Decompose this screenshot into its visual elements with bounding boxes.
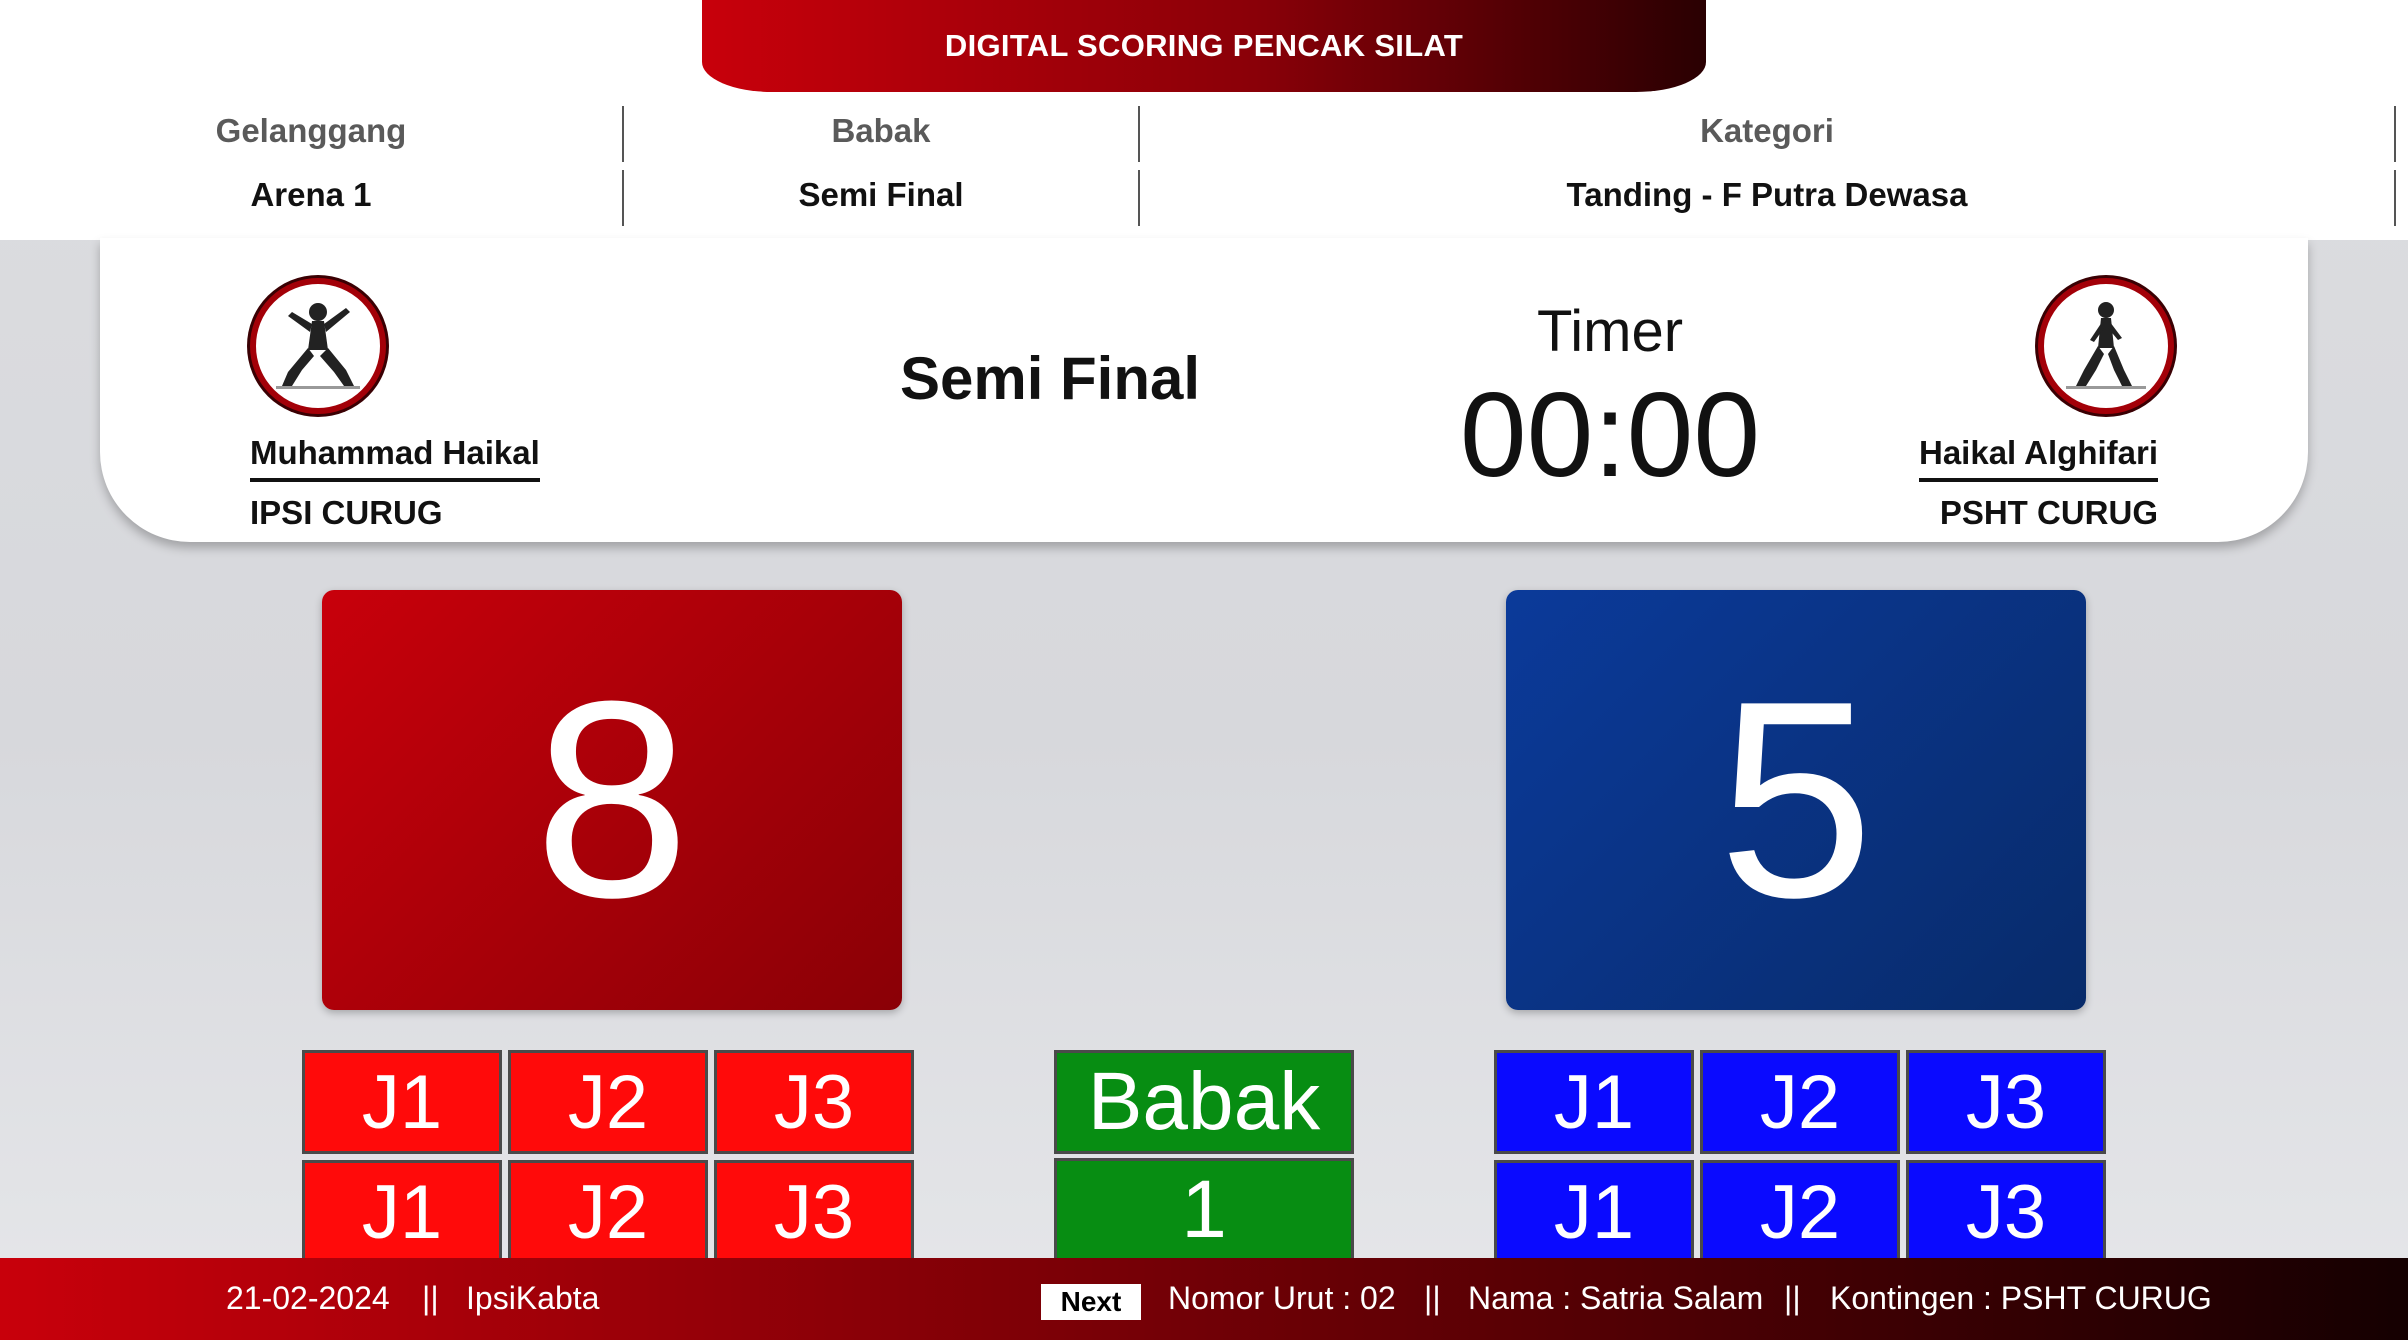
blue-fighter-name: Haikal Alghifari [1918, 434, 2158, 482]
divider [2394, 170, 2396, 226]
red-score-value: 8 [534, 644, 690, 956]
blue-judge-indicator: J2 [1700, 1160, 1900, 1264]
blue-judge-indicator: J1 [1494, 1160, 1694, 1264]
red-judge-indicator: J2 [508, 1050, 708, 1154]
footer-date: 21-02-2024 [226, 1280, 390, 1316]
babak-indicator-label: Babak [1054, 1050, 1354, 1154]
blue-judge-indicator: J3 [1906, 1050, 2106, 1154]
blue-judge-indicator: J3 [1906, 1160, 2106, 1264]
kategori-value: Tanding - F Putra Dewasa [1566, 176, 1968, 213]
babak-label: Babak [831, 112, 931, 149]
gelanggang-column: Gelanggang Arena 1 [0, 92, 622, 240]
red-judge-indicator: J3 [714, 1160, 914, 1264]
babak-indicator: Babak 1 [1054, 1050, 1354, 1262]
timer-display: 00:00 [1459, 368, 1761, 502]
footer-organization: IpsiKabta [466, 1280, 600, 1316]
red-judge-indicator: J3 [714, 1050, 914, 1154]
divider [2394, 106, 2396, 162]
babak-column: Babak Semi Final [624, 92, 1138, 240]
app-title-banner: DIGITAL SCORING PENCAK SILAT [702, 0, 1706, 92]
kategori-label: Kategori [1700, 112, 1834, 149]
footer-separator: || [1424, 1280, 1441, 1316]
match-info-row: Gelanggang Arena 1 Babak Semi Final Kate… [0, 92, 2408, 240]
babak-indicator-value: 1 [1054, 1158, 1354, 1262]
red-fighter-name: Muhammad Haikal [250, 434, 540, 482]
red-score-box: 8 [322, 590, 902, 1010]
footer-separator: || [1784, 1280, 1801, 1316]
blue-judge-indicator: J2 [1700, 1050, 1900, 1154]
footer-bar: 21-02-2024 || IpsiKabta Next Nomor Urut … [0, 1258, 2408, 1340]
blue-judge-grid: J1 J2 J3 J1 J2 J3 [1494, 1050, 2106, 1264]
silat-fighter-icon [276, 303, 360, 389]
blue-score-value: 5 [1718, 644, 1874, 956]
red-fighter-avatar [250, 278, 386, 414]
blue-fighter-avatar [2038, 278, 2174, 414]
red-judge-indicator: J1 [302, 1050, 502, 1154]
silat-fighter-icon [2066, 302, 2146, 389]
footer-nomor-urut: Nomor Urut : 02 [1168, 1280, 1396, 1316]
red-judge-indicator: J1 [302, 1160, 502, 1264]
app-title: DIGITAL SCORING PENCAK SILAT [944, 28, 1464, 63]
blue-fighter-team: PSHT CURUG [1939, 494, 2158, 531]
next-badge: Next [1041, 1284, 1141, 1320]
kategori-column: Kategori Tanding - F Putra Dewasa [1140, 92, 2394, 240]
red-judge-indicator: J2 [508, 1160, 708, 1264]
babak-value: Semi Final [798, 176, 964, 213]
blue-score-box: 5 [1506, 590, 2086, 1010]
footer-kontingen: Kontingen : PSHT CURUG [1830, 1280, 2212, 1316]
match-header-card: Muhammad Haikal IPSI CURUG Semi Final Ti… [100, 238, 2308, 542]
gelanggang-label: Gelanggang [215, 112, 407, 149]
gelanggang-value: Arena 1 [250, 176, 372, 213]
blue-judge-indicator: J1 [1494, 1050, 1694, 1154]
footer-nama: Nama : Satria Salam [1468, 1280, 1764, 1316]
red-fighter-team: IPSI CURUG [250, 494, 443, 531]
red-judge-grid: J1 J2 J3 J1 J2 J3 [302, 1050, 914, 1264]
footer-separator: || [422, 1280, 439, 1316]
timer-label: Timer [1536, 299, 1684, 364]
round-title: Semi Final [899, 345, 1201, 412]
